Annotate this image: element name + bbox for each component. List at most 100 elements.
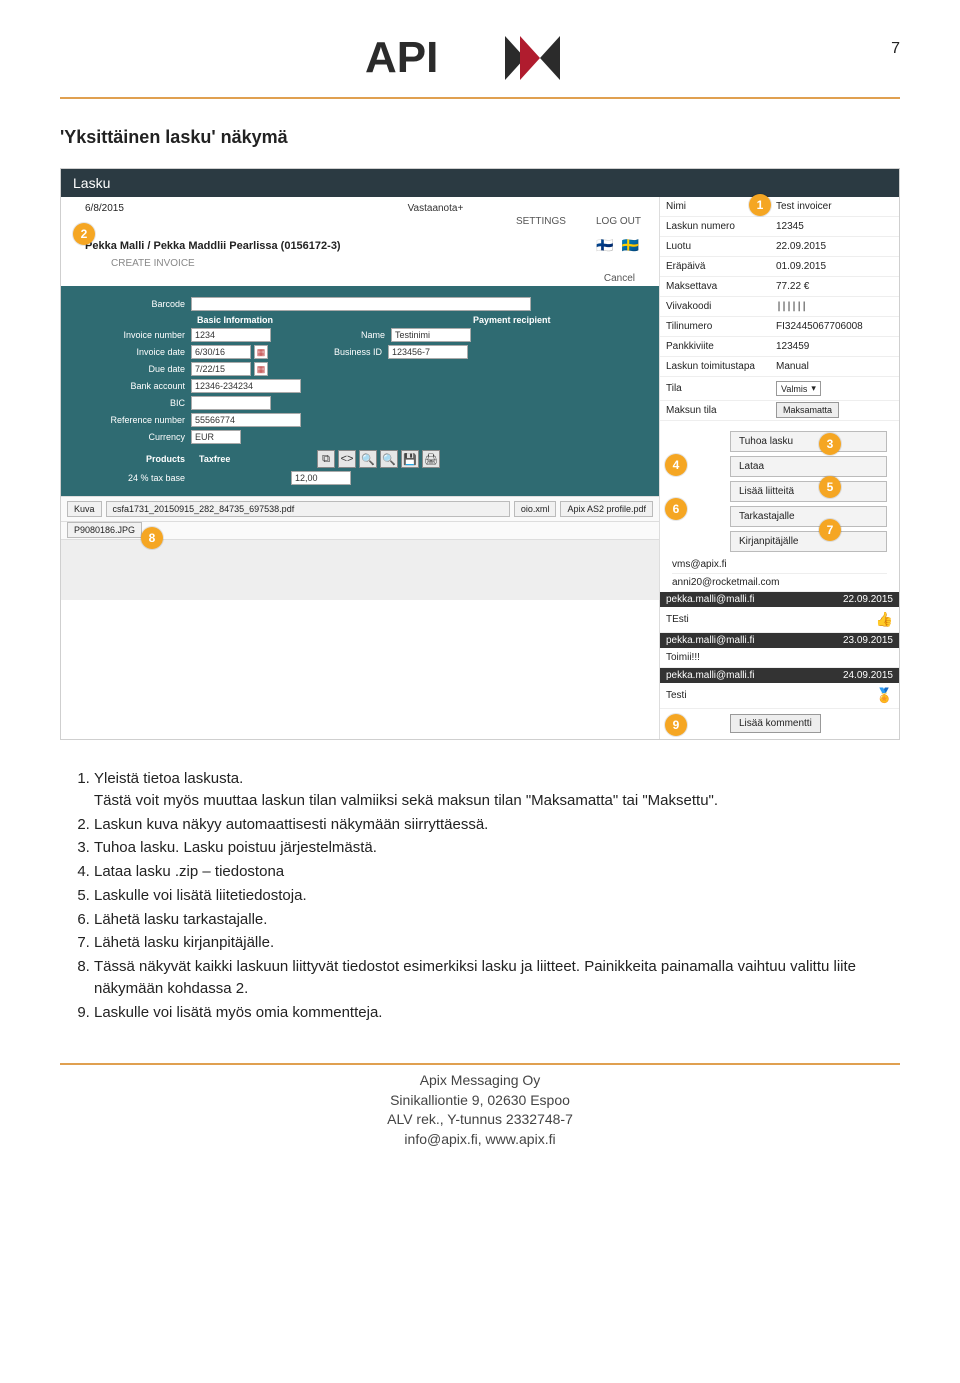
comment-from: pekka.malli@malli.fi	[666, 635, 755, 646]
zoom-icon[interactable]: 🔍	[359, 450, 377, 468]
marker-8: 8	[141, 527, 163, 549]
marker-6: 6	[665, 498, 687, 520]
info-value: Test invoicer	[770, 197, 899, 217]
print-icon[interactable]: 🖨	[422, 450, 440, 468]
date-label: 6/8/2015	[85, 203, 124, 214]
footer-line: info@apix.fi, www.apix.fi	[60, 1130, 900, 1150]
tarkastajalle-button[interactable]: Tarkastajalle	[730, 506, 887, 527]
marker-4: 4	[665, 454, 687, 476]
copy-icon[interactable]: ⧉	[317, 450, 335, 468]
business-id-input[interactable]	[388, 345, 468, 359]
logo: API	[365, 30, 595, 91]
marker-5: 5	[819, 476, 841, 498]
logout-link[interactable]: LOG OUT	[596, 216, 641, 227]
tuhoa-lasku-button[interactable]: Tuhoa lasku	[730, 431, 887, 452]
comment-text: Testi	[666, 690, 687, 701]
due-date-input[interactable]	[191, 362, 251, 376]
info-label: Maksettava	[660, 277, 770, 297]
kuva-button[interactable]: Kuva	[67, 501, 102, 517]
comment-2: pekka.malli@malli.fi23.09.2015 Toimii!!!	[660, 633, 899, 668]
name-label: Name	[311, 330, 391, 340]
info-label: Eräpäivä	[660, 257, 770, 277]
calendar-icon[interactable]: ▦	[254, 345, 268, 359]
document-title: 'Yksittäinen lasku' näkymä	[60, 127, 900, 148]
info-label: Laskun numero	[660, 217, 770, 237]
products-label: Products	[73, 454, 191, 464]
invoice-date-input[interactable]	[191, 345, 251, 359]
barcode-label: Barcode	[73, 299, 191, 309]
currency-input[interactable]	[191, 430, 241, 444]
file-button[interactable]: Apix AS2 profile.pdf	[560, 501, 653, 517]
info-table: NimiTest invoicer Laskun numero12345 Luo…	[660, 197, 899, 421]
bic-input[interactable]	[191, 396, 271, 410]
preview-area	[61, 540, 659, 600]
maksuntila-button[interactable]: Maksamatta	[776, 402, 839, 418]
exp-8: Tässä näkyvät kaikki laskuun liittyvät t…	[94, 956, 900, 1000]
code-icon[interactable]: <>	[338, 450, 356, 468]
page-footer: Apix Messaging Oy Sinikalliontie 9, 0263…	[60, 1071, 900, 1149]
bank-account-input[interactable]	[191, 379, 301, 393]
medal-icon: 🏅	[876, 687, 893, 704]
info-label: Pankkiviite	[660, 337, 770, 357]
info-value: 123459	[770, 337, 899, 357]
add-comment-button[interactable]: Lisää kommentti	[730, 714, 821, 733]
header-rule	[60, 97, 900, 99]
marker-2: 2	[73, 223, 95, 245]
form-block: Barcode Basic Information Payment recipi…	[61, 286, 659, 496]
create-invoice-link[interactable]: CREATE INVOICE	[61, 254, 659, 273]
barcode-icon: ||||||	[770, 297, 899, 317]
marker-3: 3	[819, 433, 841, 455]
comment-text: Toimii!!!	[666, 652, 700, 663]
name-input[interactable]	[391, 328, 471, 342]
lasku-titlebar: Lasku	[61, 169, 899, 197]
business-id-label: Business ID	[308, 347, 388, 357]
exp-9: Laskulle voi lisätä myös omia kommenttej…	[94, 1002, 900, 1024]
footer-line: Apix Messaging Oy	[60, 1071, 900, 1091]
invoice-number-input[interactable]	[191, 328, 271, 342]
taxbase-input[interactable]	[291, 471, 351, 485]
zoom-icon[interactable]: 🔍	[380, 450, 398, 468]
action-list: Tuhoa lasku Lataa Lisää liitteitä Tarkas…	[660, 431, 899, 552]
info-label: Luotu	[660, 237, 770, 257]
invoice-number-label: Invoice number	[73, 330, 191, 340]
comment-date: 24.09.2015	[843, 670, 893, 681]
settings-link[interactable]: SETTINGS	[516, 216, 566, 227]
invoice-date-label: Invoice date	[73, 347, 191, 357]
bic-label: BIC	[73, 398, 191, 408]
barcode-input[interactable]	[191, 297, 531, 311]
cancel-link[interactable]: Cancel	[604, 273, 635, 284]
basic-info-header: Basic Information	[197, 315, 273, 325]
flag-icons[interactable]: 🇫🇮 🇸🇪	[596, 237, 641, 254]
lataa-button[interactable]: Lataa	[730, 456, 887, 477]
tila-select[interactable]: Valmis▾	[776, 381, 821, 396]
chevron-down-icon: ▾	[811, 383, 816, 394]
info-label: Tila	[660, 377, 770, 401]
email-item: anni20@rocketmail.com	[672, 574, 887, 592]
file-button[interactable]: P9080186.JPG	[67, 522, 142, 538]
info-value: 12345	[770, 217, 899, 237]
comment-1: pekka.malli@malli.fi22.09.2015 TEsti👍	[660, 592, 899, 633]
calendar-icon[interactable]: ▦	[254, 362, 268, 376]
save-icon[interactable]: 💾	[401, 450, 419, 468]
shot-right-panel: NimiTest invoicer Laskun numero12345 Luo…	[659, 197, 899, 739]
reference-input[interactable]	[191, 413, 301, 427]
file-row-1: Kuva csfa1731_20150915_282_84735_697538.…	[61, 496, 659, 522]
info-label: Tilinumero	[660, 317, 770, 337]
file-button[interactable]: oio.xml	[514, 501, 557, 517]
info-value: 22.09.2015	[770, 237, 899, 257]
info-label: Viivakoodi	[660, 297, 770, 317]
shot-left-panel: 6/8/2015 Vastaanota+ SETTINGS LOG OUT Pe…	[61, 197, 659, 739]
company-name: Pekka Malli / Pekka Maddlii Pearlissa (0…	[85, 240, 341, 252]
marker-9: 9	[665, 714, 687, 736]
email-item: vms@apix.fi	[672, 556, 887, 574]
file-button[interactable]: csfa1731_20150915_282_84735_697538.pdf	[106, 501, 510, 517]
screenshot: Lasku 6/8/2015 Vastaanota+ SETTINGS LOG …	[60, 168, 900, 740]
reference-label: Reference number	[73, 415, 191, 425]
vastaanota-link[interactable]: Vastaanota+	[408, 203, 464, 214]
marker-7: 7	[819, 519, 841, 541]
footer-rule	[60, 1063, 900, 1065]
kirjanpitajalle-button[interactable]: Kirjanpitäjälle	[730, 531, 887, 552]
info-value: 01.09.2015	[770, 257, 899, 277]
exp-7: Lähetä lasku kirjanpitäjälle.	[94, 932, 900, 954]
lisaa-liitteita-button[interactable]: Lisää liitteitä	[730, 481, 887, 502]
